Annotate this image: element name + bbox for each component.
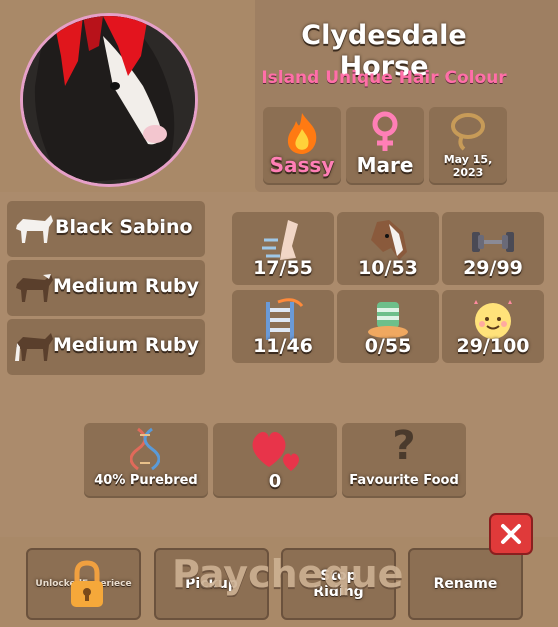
brown-horse-icon	[16, 274, 53, 302]
white-horse-icon	[16, 215, 53, 243]
purebred-tile: 40% Purebred	[84, 423, 208, 498]
female-symbol-icon	[372, 111, 398, 151]
horse-portrait	[20, 13, 198, 187]
horse-info-panel: Clydesdale Horse Island Unique Hair Colo…	[0, 0, 558, 627]
padlock-icon	[71, 560, 103, 607]
stat-jump: 11/46	[232, 290, 334, 363]
stat-value: 11/46	[253, 335, 313, 357]
stat-happiness: 29/100	[442, 290, 544, 363]
gene-label: Medium Ruby	[53, 334, 199, 356]
stat-value: 17/55	[253, 257, 313, 279]
stat-hunger: 0/55	[337, 290, 439, 363]
hearts-value: 0	[268, 471, 282, 492]
stat-value: 29/99	[463, 257, 523, 279]
question-mark-icon: ?	[392, 423, 416, 469]
birthday-tile: May 15, 2023	[429, 107, 507, 185]
gene-label: Medium Ruby	[53, 275, 199, 297]
flame-icon	[287, 113, 317, 154]
favourite-food-tile: ? Favourite Food	[342, 423, 466, 498]
purebred-value: 40% Purebred	[94, 473, 198, 488]
stat-value: 0/55	[364, 335, 412, 357]
hearts-tile: 0	[213, 423, 337, 498]
gene-row-mane: Medium Ruby	[7, 319, 205, 375]
gene-row-base: Black Sabino	[7, 201, 205, 257]
gene-label: Black Sabino	[55, 216, 193, 238]
birth-date: May 15, 2023	[443, 153, 493, 179]
horse-portrait-image	[23, 16, 195, 184]
paycheque-overlay: Paycheque	[172, 552, 404, 596]
lasso-icon	[451, 113, 485, 151]
locked-experience-button[interactable]: UnlockedExperiece	[26, 548, 141, 620]
brown-horse-icon	[15, 333, 53, 361]
favourite-food-label: Favourite Food	[349, 473, 459, 488]
sex-value: Mare	[356, 153, 414, 177]
close-icon	[501, 524, 521, 544]
heart-icon	[252, 432, 299, 471]
sex-tile: Mare	[346, 107, 424, 185]
gene-row-hair: Medium Ruby	[7, 260, 205, 316]
personality-tile: Sassy	[263, 107, 341, 185]
stat-speed: 17/55	[232, 212, 334, 285]
dna-icon	[130, 427, 160, 471]
rename-label: Rename	[433, 576, 498, 592]
hair-colour-label: Island Unique Hair Colour	[261, 68, 507, 88]
rename-button[interactable]: Rename	[408, 548, 523, 620]
stat-value: 10/53	[358, 257, 418, 279]
stat-training: 10/53	[337, 212, 439, 285]
stat-value: 29/100	[456, 335, 530, 357]
stat-strength: 29/99	[442, 212, 544, 285]
personality-value: Sassy	[269, 153, 335, 177]
close-button[interactable]	[489, 513, 533, 555]
